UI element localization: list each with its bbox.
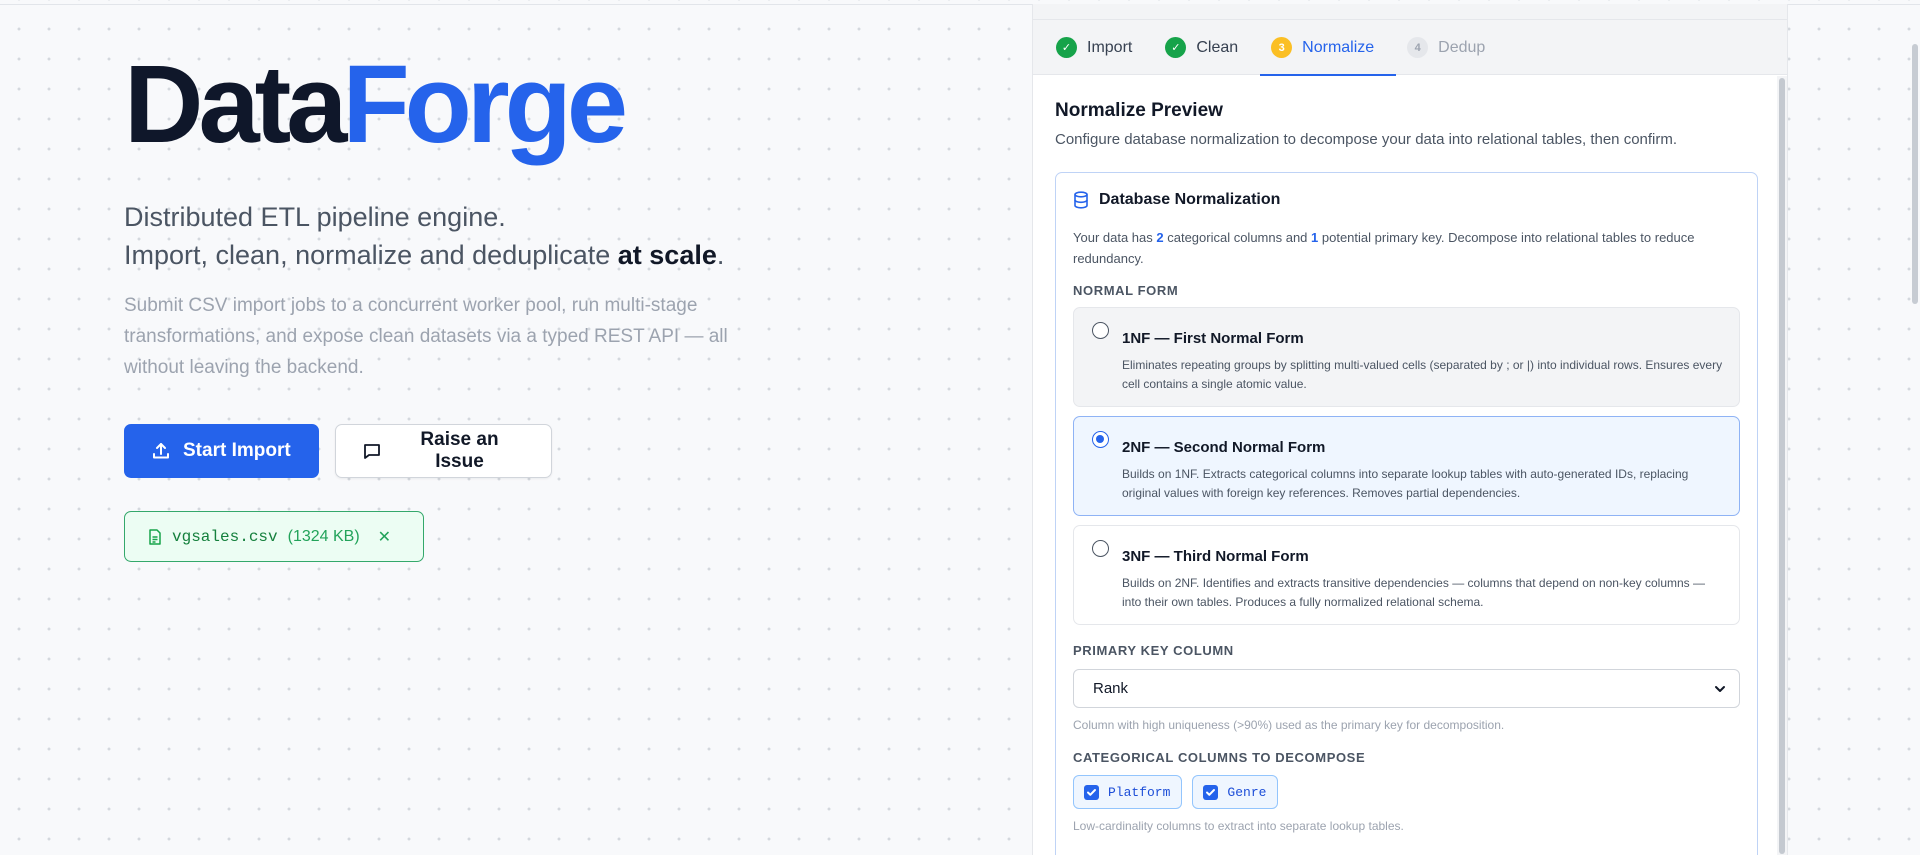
radio-2nf[interactable] — [1092, 431, 1109, 448]
normal-form-label: Normal Form — [1073, 283, 1179, 298]
tagline-line-2: Import, clean, normalize and deduplicate… — [124, 236, 784, 274]
tab-label: Import — [1087, 38, 1133, 56]
panel-scrollbar[interactable] — [1777, 76, 1787, 855]
page-scrollbar-thumb[interactable] — [1912, 44, 1918, 304]
tab-import[interactable]: ✓ Import — [1045, 20, 1154, 75]
hero-section: DataForge Distributed ETL pipeline engin… — [124, 50, 784, 562]
raise-issue-label: Raise an Issue — [420, 429, 499, 472]
start-import-button[interactable]: Start Import — [124, 424, 319, 478]
primary-key-label: Primary Key Column — [1073, 643, 1234, 658]
tab-label: Clean — [1196, 38, 1239, 56]
step-number-badge: 4 — [1407, 37, 1429, 58]
categorical-label: Categorical Columns to Decompose — [1073, 750, 1366, 765]
card-header: Database Normalization — [1073, 191, 1740, 209]
brand-forge: Forge — [342, 43, 628, 166]
option-description: Builds on 2NF. Identifies and extracts t… — [1122, 576, 1705, 609]
panel-header-strip — [1033, 4, 1787, 20]
tab-label: Dedup — [1438, 38, 1486, 56]
chevron-down-icon — [1715, 685, 1725, 692]
tab-dedup[interactable]: 4 Dedup — [1396, 20, 1507, 75]
upload-icon — [153, 443, 169, 459]
file-name: vgsales.csv — [172, 527, 278, 546]
database-icon — [1074, 191, 1088, 209]
tab-clean[interactable]: ✓ Clean — [1154, 20, 1260, 75]
categorical-hint: Low-cardinality columns to extract into … — [1073, 819, 1404, 833]
panel-scrollbar-thumb[interactable] — [1779, 78, 1785, 854]
option-title: 3NF — Third Normal Form — [1122, 548, 1309, 565]
normalization-card: Database Normalization Your data has 2 c… — [1055, 172, 1758, 855]
radio-1nf[interactable] — [1092, 322, 1109, 339]
card-title: Database Normalization — [1099, 191, 1281, 208]
check-icon: ✓ — [1056, 37, 1077, 58]
option-1nf[interactable]: 1NF — First Normal Form Eliminates repea… — [1073, 307, 1740, 407]
brand-logo: DataForge — [124, 50, 784, 166]
primary-key-select[interactable]: Rank — [1073, 669, 1740, 708]
tagline-suffix: . — [716, 240, 725, 270]
step-number-badge: 3 — [1271, 37, 1293, 58]
selected-file-chip: vgsales.csv (1324 KB) ✕ — [124, 511, 424, 562]
section-title: Normalize Preview — [1055, 100, 1223, 121]
column-name: Genre — [1227, 784, 1267, 800]
tagline-line-1: Distributed ETL pipeline engine. — [124, 202, 506, 232]
option-description: Eliminates repeating groups by splitting… — [1122, 358, 1723, 391]
option-3nf[interactable]: 3NF — Third Normal Form Builds on 2NF. I… — [1073, 525, 1740, 625]
intro-text: Your data has — [1073, 230, 1157, 245]
checkbox-checked-icon[interactable] — [1084, 784, 1099, 800]
tab-label: Normalize — [1302, 38, 1375, 56]
radio-3nf[interactable] — [1092, 540, 1109, 557]
file-size: (1324 KB) — [287, 527, 360, 545]
column-chip-platform[interactable]: Platform — [1073, 775, 1183, 809]
option-title: 1NF — First Normal Form — [1122, 330, 1304, 347]
categorical-columns: Platform Genre — [1073, 775, 1740, 809]
check-icon: ✓ — [1165, 37, 1187, 58]
start-import-label: Start Import — [183, 440, 291, 461]
option-2nf[interactable]: 2NF — Second Normal Form Builds on 1NF. … — [1073, 416, 1740, 516]
tagline-prefix: Import, clean, normalize and deduplicate — [124, 240, 618, 270]
remove-file-button[interactable]: ✕ — [378, 527, 391, 547]
raise-issue-button[interactable]: Raise an Issue — [335, 424, 552, 478]
tagline: Distributed ETL pipeline engine. Import,… — [124, 198, 784, 274]
tab-normalize[interactable]: 3 Normalize — [1260, 20, 1397, 76]
tagline-emphasis: at scale — [617, 240, 717, 270]
primary-key-hint: Column with high uniqueness (>90%) used … — [1073, 718, 1505, 732]
hero-actions: Start Import Raise an Issue — [124, 424, 552, 478]
column-chip-genre[interactable]: Genre — [1192, 775, 1279, 809]
pipeline-steps: ✓ Import ✓ Clean 3 Normalize 4 Dedup — [1033, 20, 1787, 76]
hero-description: Submit CSV import jobs to a concurrent w… — [124, 295, 728, 378]
primary-key-value: Rank — [1093, 680, 1129, 697]
categorical-count: 2 — [1156, 230, 1164, 245]
pipeline-panel: ✓ Import ✓ Clean 3 Normalize 4 Dedup Nor… — [1032, 4, 1788, 855]
file-icon — [149, 528, 161, 545]
message-square-icon — [364, 444, 380, 459]
card-intro: Your data has 2 categorical columns and … — [1073, 227, 1740, 269]
section-subtitle: Configure database normalization to deco… — [1055, 131, 1678, 148]
normalize-content: Normalize Preview Configure database nor… — [1033, 76, 1773, 855]
checkbox-checked-icon[interactable] — [1203, 784, 1219, 800]
intro-text: categorical columns and — [1163, 230, 1312, 245]
column-name: Platform — [1108, 784, 1171, 800]
option-description: Builds on 1NF. Extracts categorical colu… — [1122, 467, 1689, 500]
option-title: 2NF — Second Normal Form — [1122, 439, 1326, 456]
brand-data: Data — [124, 43, 347, 166]
